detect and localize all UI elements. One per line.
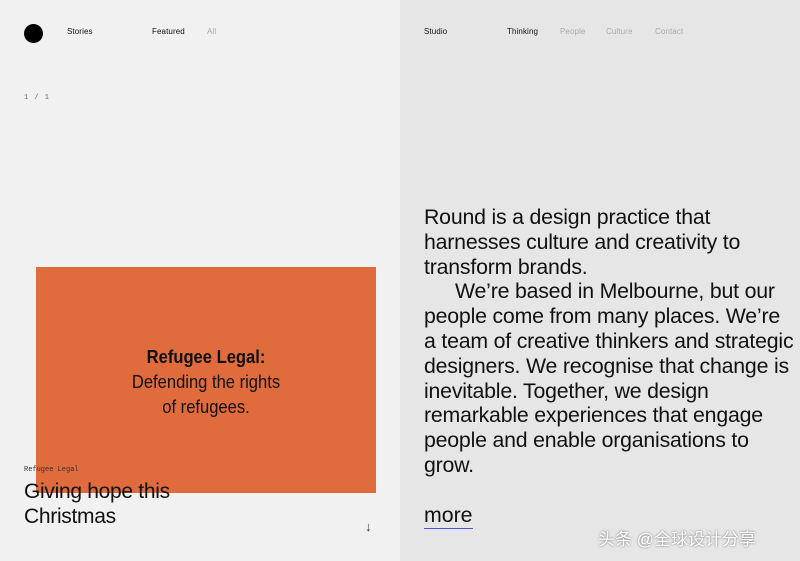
story-client-tag: Refugee Legal (24, 466, 79, 474)
stories-panel: Stories Featured All 1 / 1 Refugee Legal… (0, 0, 400, 561)
card-line-2: of refugees. (162, 397, 250, 417)
more-link[interactable]: more (424, 503, 473, 529)
card-title: Refugee Legal: (146, 347, 266, 367)
nav-people[interactable]: People (560, 27, 586, 36)
card-line-1: Defending the rights (131, 372, 281, 392)
logo-circle-icon[interactable] (24, 24, 43, 43)
about-paragraph-2: We’re based in Melbourne, but our people… (424, 279, 794, 477)
nav-culture[interactable]: Culture (606, 27, 633, 36)
pagination-counter: 1 / 1 (24, 94, 51, 102)
story-card-image[interactable]: Refugee Legal: Defending the rights of r… (36, 267, 376, 493)
story-title-line-1: Giving hope this (24, 480, 170, 503)
watermark-text: 头条 @全球设计分享 (598, 530, 756, 549)
nav-thinking[interactable]: Thinking (507, 27, 538, 36)
about-statement: Round is a design practice that harnesse… (424, 205, 794, 478)
nav-all[interactable]: All (207, 27, 216, 36)
nav-stories[interactable]: Stories (67, 27, 93, 36)
about-paragraph-1: Round is a design practice that harnesse… (424, 205, 741, 279)
story-title[interactable]: Giving hope this Christmas (24, 479, 324, 529)
nav-featured[interactable]: Featured (152, 27, 185, 36)
card-headline: Refugee Legal: Defending the rights of r… (50, 345, 363, 420)
nav-contact[interactable]: Contact (655, 27, 683, 36)
nav-studio[interactable]: Studio (424, 27, 447, 36)
story-title-line-2: Christmas (24, 505, 116, 528)
arrow-down-icon[interactable]: ↓ (365, 519, 372, 534)
